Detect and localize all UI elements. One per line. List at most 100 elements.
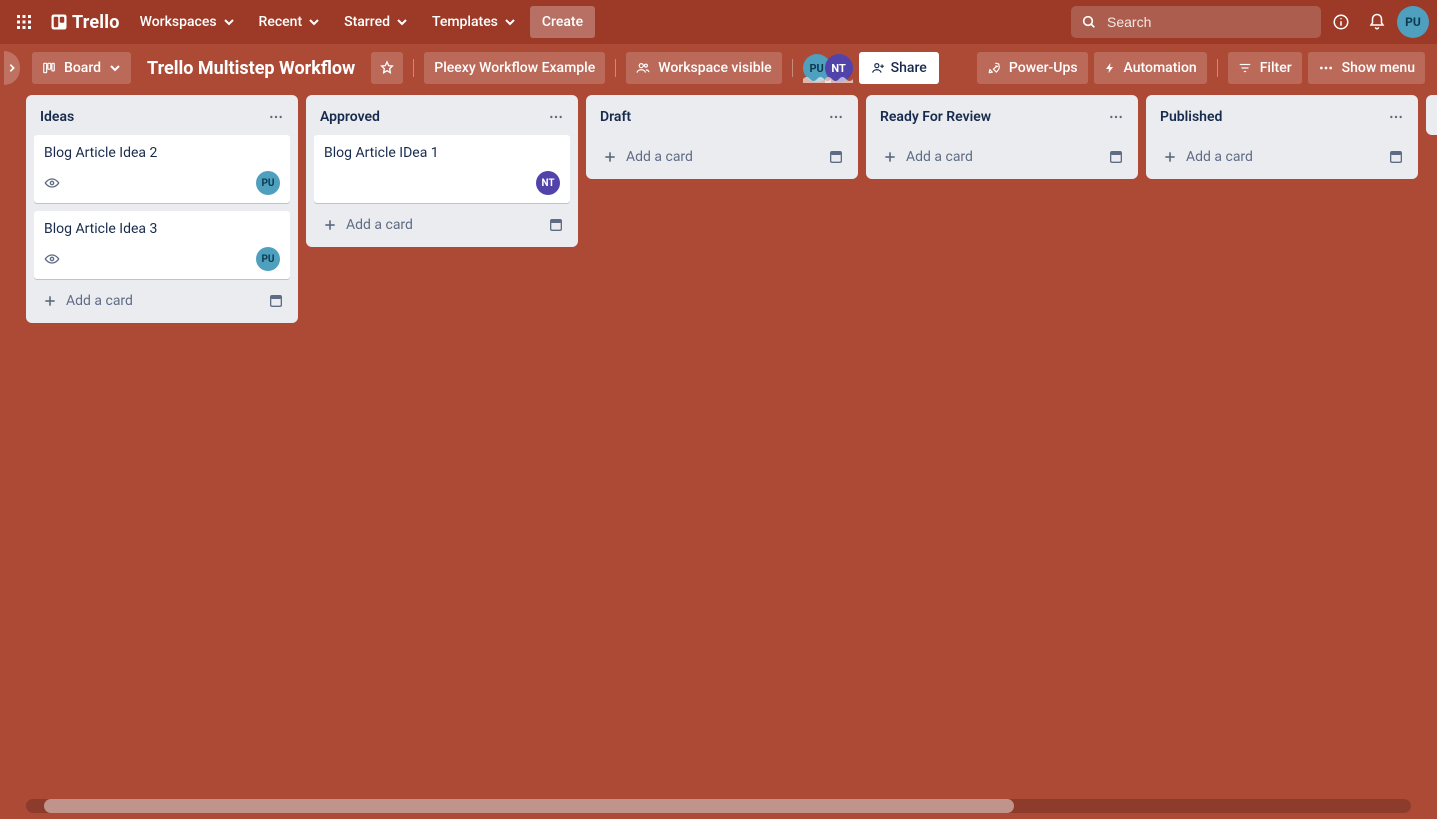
card-template-button[interactable] [542, 211, 570, 239]
add-card-label: Add a card [626, 149, 693, 165]
card-members: PU [256, 171, 280, 195]
divider [413, 59, 414, 77]
nav-label: Starred [344, 14, 390, 30]
scrollbar-thumb[interactable] [44, 799, 1014, 813]
trello-logo[interactable]: Trello [44, 6, 126, 38]
list-footer: Add a card [586, 139, 858, 171]
nav-label: Templates [432, 14, 498, 30]
card[interactable]: Blog Article Idea 3 PU [34, 211, 290, 279]
powerups-button[interactable]: Power-Ups [977, 52, 1088, 84]
plus-icon [1162, 149, 1178, 165]
more-horizontal-icon [1318, 60, 1334, 76]
filter-label: Filter [1260, 60, 1292, 76]
workspace-chip[interactable]: Pleexy Workflow Example [424, 52, 605, 84]
nav-templates[interactable]: Templates [422, 6, 526, 38]
rocket-icon [987, 61, 1001, 75]
list-title[interactable]: Ideas [40, 109, 74, 125]
share-label: Share [891, 60, 927, 76]
star-outline-icon [379, 60, 395, 76]
cards-container: Blog Article Idea 2PUBlog Article Idea 3… [26, 135, 298, 279]
view-switcher-button[interactable]: Board [32, 52, 131, 84]
chevron-down-icon [223, 16, 235, 28]
visibility-button[interactable]: Workspace visible [626, 52, 781, 84]
card-badges [44, 251, 60, 267]
app-switcher-button[interactable] [8, 6, 40, 38]
search-box[interactable] [1071, 6, 1321, 38]
card[interactable]: Blog Article Idea 2 PU [34, 135, 290, 203]
member-avatar[interactable]: NT [536, 171, 560, 195]
notifications-button[interactable] [1361, 6, 1393, 38]
list-menu-button[interactable] [264, 105, 288, 129]
list: IdeasBlog Article Idea 2PUBlog Article I… [26, 95, 298, 323]
card-title: Blog Article Idea 3 [44, 219, 280, 239]
info-button[interactable] [1325, 6, 1357, 38]
chevron-down-icon [396, 16, 408, 28]
create-button[interactable]: Create [530, 6, 595, 38]
list-title[interactable]: Approved [320, 109, 380, 125]
member-avatar[interactable]: NT [825, 54, 853, 82]
avatar-initials: PU [1405, 15, 1421, 29]
automation-button[interactable]: Automation [1094, 52, 1207, 84]
show-menu-label: Show menu [1342, 60, 1415, 76]
more-horizontal-icon [268, 109, 284, 125]
add-card-button[interactable]: Add a card [34, 287, 262, 315]
nav-recent[interactable]: Recent [249, 6, 331, 38]
add-card-label: Add a card [66, 293, 133, 309]
card-template-button[interactable] [1382, 143, 1410, 171]
card-template-button[interactable] [262, 287, 290, 315]
card-title: Blog Article Idea 2 [44, 143, 280, 163]
template-icon [1388, 149, 1404, 165]
brand-name: Trello [72, 12, 120, 33]
add-card-button[interactable]: Add a card [874, 143, 1102, 171]
add-card-label: Add a card [906, 149, 973, 165]
share-button[interactable]: Share [859, 52, 939, 84]
sidebar-expand-button[interactable] [4, 51, 20, 85]
list-header: Ready For Review [866, 95, 1138, 135]
top-navbar: Trello Workspaces Recent Starred Templat… [0, 0, 1437, 44]
show-menu-button[interactable]: Show menu [1308, 52, 1425, 84]
divider [615, 59, 616, 77]
search-input[interactable] [1105, 13, 1311, 31]
list: Ready For Review Add a card [866, 95, 1138, 179]
avatar-initials: PU [261, 178, 274, 189]
list-menu-button[interactable] [544, 105, 568, 129]
card-template-button[interactable] [822, 143, 850, 171]
create-label: Create [542, 14, 583, 30]
board-title[interactable]: Trello Multistep Workflow [137, 58, 365, 79]
account-avatar[interactable]: PU [1397, 6, 1429, 38]
add-card-label: Add a card [346, 217, 413, 233]
board-members[interactable]: PUNT [803, 54, 853, 82]
workspace-name: Pleexy Workflow Example [434, 60, 595, 76]
add-card-button[interactable]: Add a card [314, 211, 542, 239]
chevron-down-icon [308, 16, 320, 28]
list-title[interactable]: Ready For Review [880, 109, 991, 125]
nav-starred[interactable]: Starred [334, 6, 418, 38]
card-template-button[interactable] [1102, 143, 1130, 171]
board-bar: Board Trello Multistep Workflow Pleexy W… [0, 44, 1437, 92]
board-canvas[interactable]: IdeasBlog Article Idea 2PUBlog Article I… [0, 92, 1437, 819]
list-title[interactable]: Draft [600, 109, 631, 125]
nav-workspaces[interactable]: Workspaces [130, 6, 245, 38]
list-menu-button[interactable] [1104, 105, 1128, 129]
card-title: Blog Article IDea 1 [324, 143, 560, 163]
lists-container: IdeasBlog Article Idea 2PUBlog Article I… [26, 95, 1437, 799]
nav-label: Workspaces [140, 14, 217, 30]
plus-icon [602, 149, 618, 165]
star-board-button[interactable] [371, 52, 403, 84]
member-avatar[interactable]: PU [256, 247, 280, 271]
filter-button[interactable]: Filter [1228, 52, 1302, 84]
add-card-button[interactable]: Add a card [1154, 143, 1382, 171]
list-menu-button[interactable] [1384, 105, 1408, 129]
card-members: NT [536, 171, 560, 195]
automation-label: Automation [1124, 60, 1197, 76]
search-icon [1081, 14, 1097, 30]
card-footer: PU [44, 245, 280, 273]
horizontal-scrollbar[interactable] [26, 799, 1411, 813]
member-avatar[interactable]: PU [256, 171, 280, 195]
list-footer: Add a card [306, 207, 578, 239]
add-card-button[interactable]: Add a card [594, 143, 822, 171]
list-title[interactable]: Published [1160, 109, 1222, 125]
avatar-initials: PU [261, 254, 274, 265]
list-menu-button[interactable] [824, 105, 848, 129]
card[interactable]: Blog Article IDea 1 NT [314, 135, 570, 203]
